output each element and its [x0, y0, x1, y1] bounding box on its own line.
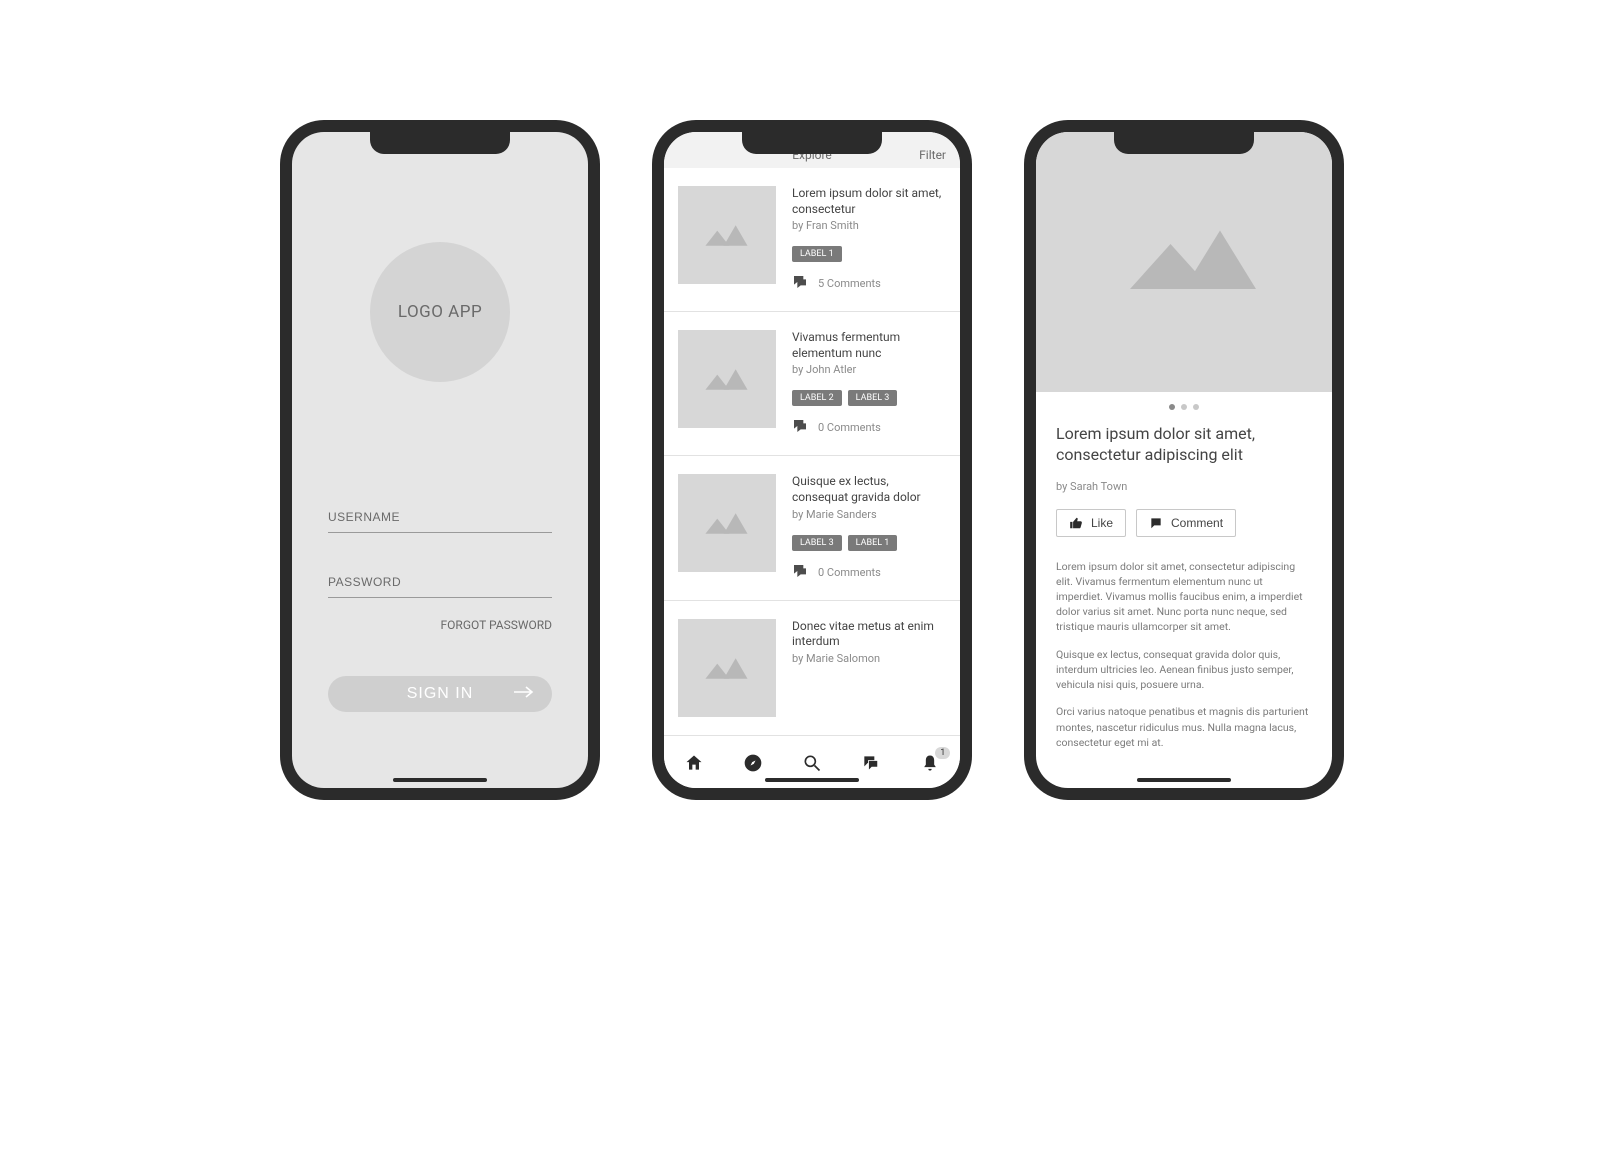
comments-icon [792, 563, 808, 582]
label-chip[interactable]: LABEL 3 [848, 390, 898, 406]
like-label: Like [1091, 516, 1113, 530]
arrow-right-icon [514, 685, 534, 703]
notification-badge: 1 [935, 747, 950, 759]
signin-button[interactable]: SIGN IN [328, 676, 552, 712]
comment-button[interactable]: Comment [1136, 509, 1236, 537]
label-chip[interactable]: LABEL 1 [848, 535, 898, 551]
detail-paragraph: Orci varius natoque penatibus et magnis … [1056, 704, 1312, 750]
comments-row[interactable]: 5 Comments [792, 274, 946, 293]
card-thumbnail [678, 186, 776, 284]
notch [370, 132, 510, 154]
comments-icon [792, 274, 808, 293]
forgot-password-link[interactable]: FORGOT PASSWORD [328, 618, 552, 632]
detail-body: Lorem ipsum dolor sit amet, consectetur … [1036, 410, 1332, 776]
phone-login: LOGO APP FORGOT PASSWORD SIGN IN [280, 120, 600, 800]
comments-count: 0 Comments [818, 566, 881, 579]
nav-search[interactable] [802, 753, 822, 777]
nav-notifications[interactable]: 1 [920, 753, 940, 777]
thumbs-up-icon [1069, 516, 1083, 530]
home-indicator [1137, 778, 1231, 782]
card-labels: LABEL 2 LABEL 3 [792, 390, 946, 406]
hero-image[interactable] [1036, 132, 1332, 392]
card-thumbnail [678, 474, 776, 572]
card-thumbnail [678, 330, 776, 428]
detail-title: Lorem ipsum dolor sit amet, consectetur … [1056, 424, 1312, 466]
detail-text: Lorem ipsum dolor sit amet, consectetur … [1056, 559, 1312, 750]
comments-row[interactable]: 0 Comments [792, 418, 946, 437]
nav-explore[interactable] [743, 753, 763, 777]
username-field[interactable] [328, 502, 552, 533]
login-screen: LOGO APP FORGOT PASSWORD SIGN IN [292, 132, 588, 788]
search-icon [802, 753, 822, 773]
signin-label: SIGN IN [407, 685, 474, 703]
comments-count: 0 Comments [818, 421, 881, 434]
phone-explore: Explore Filter Lorem ipsum dolor sit ame… [652, 120, 972, 800]
nav-messages[interactable] [861, 753, 881, 777]
comment-label: Comment [1171, 516, 1223, 530]
comment-icon [1149, 516, 1163, 530]
detail-author: by Sarah Town [1056, 480, 1312, 493]
card-labels: LABEL 3 LABEL 1 [792, 535, 946, 551]
phone-detail: Lorem ipsum dolor sit amet, consectetur … [1024, 120, 1344, 800]
card-author: by Marie Salomon [792, 652, 946, 665]
notch [742, 132, 882, 154]
explore-feed[interactable]: Lorem ipsum dolor sit amet, consectetur … [664, 168, 960, 742]
image-placeholder-icon [1094, 217, 1274, 307]
card-title: Donec vitae metus at enim interdum [792, 619, 946, 650]
nav-home[interactable] [684, 753, 704, 777]
card-author: by Marie Sanders [792, 508, 946, 521]
comments-row[interactable]: 0 Comments [792, 563, 946, 582]
notch [1114, 132, 1254, 154]
card-author: by John Atler [792, 363, 946, 376]
card-title: Quisque ex lectus, consequat gravida dol… [792, 474, 946, 505]
home-icon [684, 753, 704, 773]
card-title: Lorem ipsum dolor sit amet, consectetur [792, 186, 946, 217]
comments-count: 5 Comments [818, 277, 881, 290]
feed-card[interactable]: Quisque ex lectus, consequat gravida dol… [664, 456, 960, 600]
label-chip[interactable]: LABEL 1 [792, 246, 842, 262]
home-indicator [765, 778, 859, 782]
detail-paragraph: Quisque ex lectus, consequat gravida dol… [1056, 647, 1312, 693]
app-logo: LOGO APP [370, 242, 510, 382]
feed-card[interactable]: Vivamus fermentum elementum nunc by John… [664, 312, 960, 456]
label-chip[interactable]: LABEL 3 [792, 535, 842, 551]
label-chip[interactable]: LABEL 2 [792, 390, 842, 406]
card-title: Vivamus fermentum elementum nunc [792, 330, 946, 361]
feed-card[interactable]: Donec vitae metus at enim interdum by Ma… [664, 601, 960, 736]
logo-text: LOGO APP [398, 302, 482, 322]
card-thumbnail [678, 619, 776, 717]
comments-icon [792, 418, 808, 437]
card-author: by Fran Smith [792, 219, 946, 232]
card-labels: LABEL 1 [792, 246, 946, 262]
chat-icon [861, 753, 881, 773]
feed-card[interactable]: Lorem ipsum dolor sit amet, consectetur … [664, 168, 960, 312]
password-field[interactable] [328, 567, 552, 598]
compass-icon [743, 753, 763, 773]
home-indicator [393, 778, 487, 782]
filter-button[interactable]: Filter [906, 148, 946, 162]
detail-paragraph: Lorem ipsum dolor sit amet, consectetur … [1056, 559, 1312, 635]
like-button[interactable]: Like [1056, 509, 1126, 537]
